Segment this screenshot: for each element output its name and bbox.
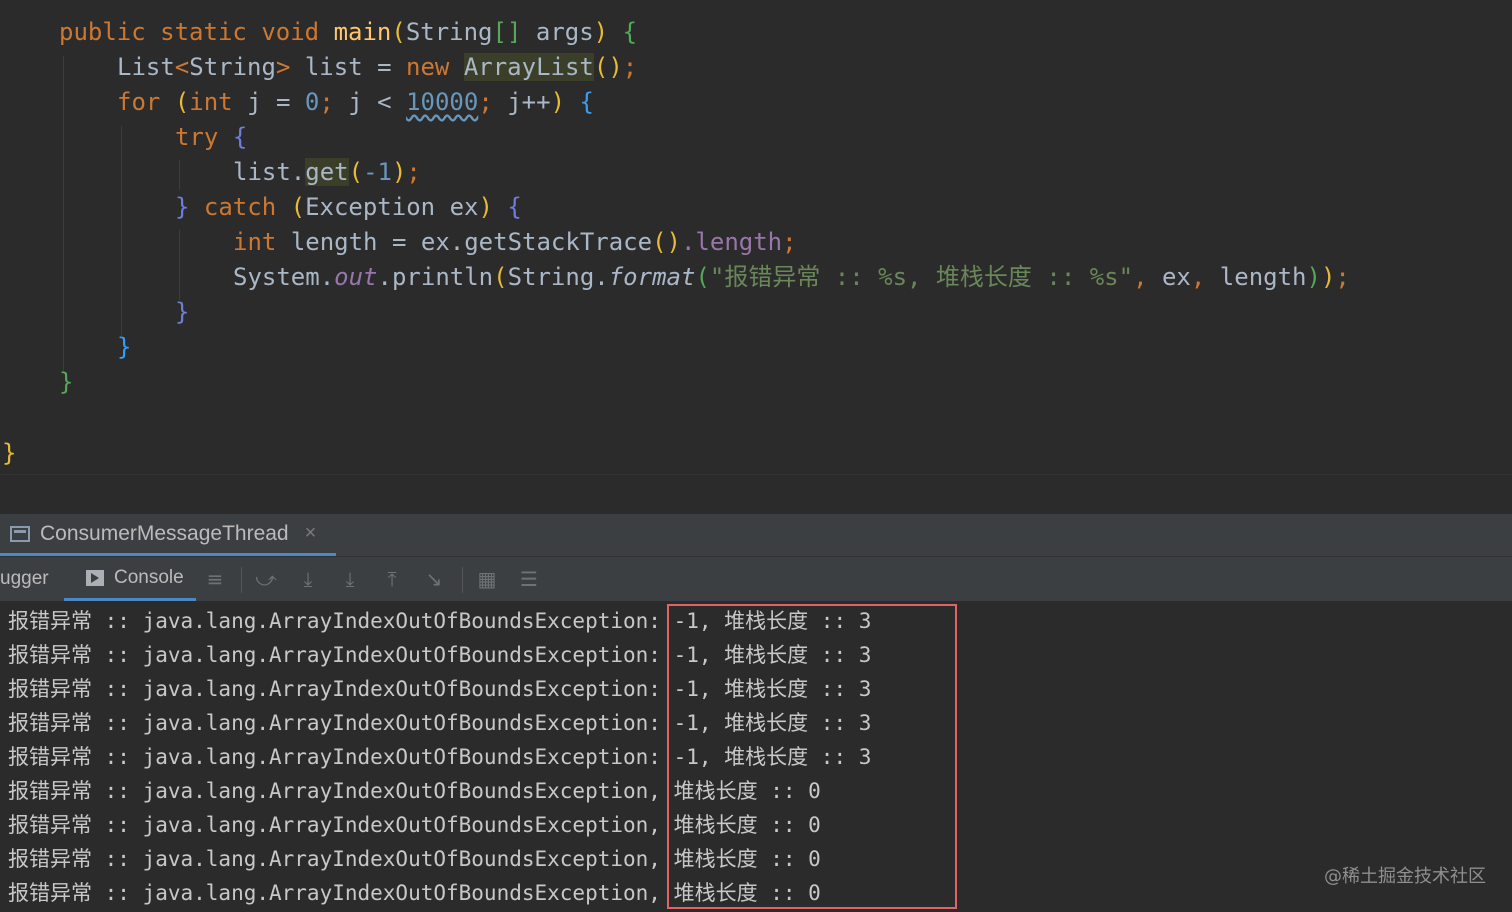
indent-guide [63,56,64,372]
evaluate-icon[interactable]: ▦ [475,567,499,591]
code-line: } [175,298,190,326]
step-out-icon[interactable]: ⤒ [380,567,404,591]
code-line: List<String> list = new ArrayList(); [117,53,638,81]
console-icon [86,569,104,586]
code-line: for (int j = 0; j < 10000; j++) { [117,88,594,116]
close-icon[interactable]: × [305,522,317,545]
run-tab-bar: ConsumerMessageThread × [0,514,1512,557]
indent-guide [121,126,122,336]
code-line: public static void main(String[] args) { [59,18,638,46]
toolbar-divider [462,567,463,593]
tab-console[interactable]: Console [64,557,196,601]
code-line: } [59,368,74,396]
panel-splitter[interactable] [0,474,1512,515]
trace-icon[interactable]: ☰ [517,567,541,591]
run-to-cursor-icon[interactable]: ↘ [422,567,446,591]
code-line: list.get(-1); [233,158,421,186]
annotation-highlight-box [667,604,957,909]
debug-toolbar: ugger Console ≡ ⤻ ⤓ ⤓ ⤒ ↘ ▦ ☰ [0,557,1512,602]
code-line: int length = ex.getStackTrace().length; [233,228,797,256]
code-line: } [2,439,17,467]
step-over-icon[interactable]: ⤻ [254,567,278,591]
force-step-into-icon[interactable]: ⤓ [338,567,362,591]
menu-icon[interactable]: ≡ [203,567,227,591]
code-line: } [117,333,132,361]
run-config-icon [10,525,30,542]
indent-guide [179,160,180,190]
watermark: @稀土掘金技术社区 [1324,866,1486,887]
tab-consumer-message-thread[interactable]: ConsumerMessageThread × [0,514,336,556]
tab-title: ConsumerMessageThread [40,521,289,545]
code-editor[interactable]: public static void main(String[] args) {… [0,0,1512,474]
code-line: try { [175,123,248,151]
step-into-icon[interactable]: ⤓ [296,567,320,591]
code-line: System.out.println(String.format("报错异常 :… [233,263,1350,291]
console-tab-label: Console [114,566,184,588]
code-line: } catch (Exception ex) { [175,193,522,221]
console-output[interactable]: 报错异常 :: java.lang.ArrayIndexOutOfBoundsE… [0,602,1512,912]
tab-debugger[interactable]: ugger [0,557,49,601]
indent-guide [179,230,180,300]
toolbar-divider [241,567,242,593]
